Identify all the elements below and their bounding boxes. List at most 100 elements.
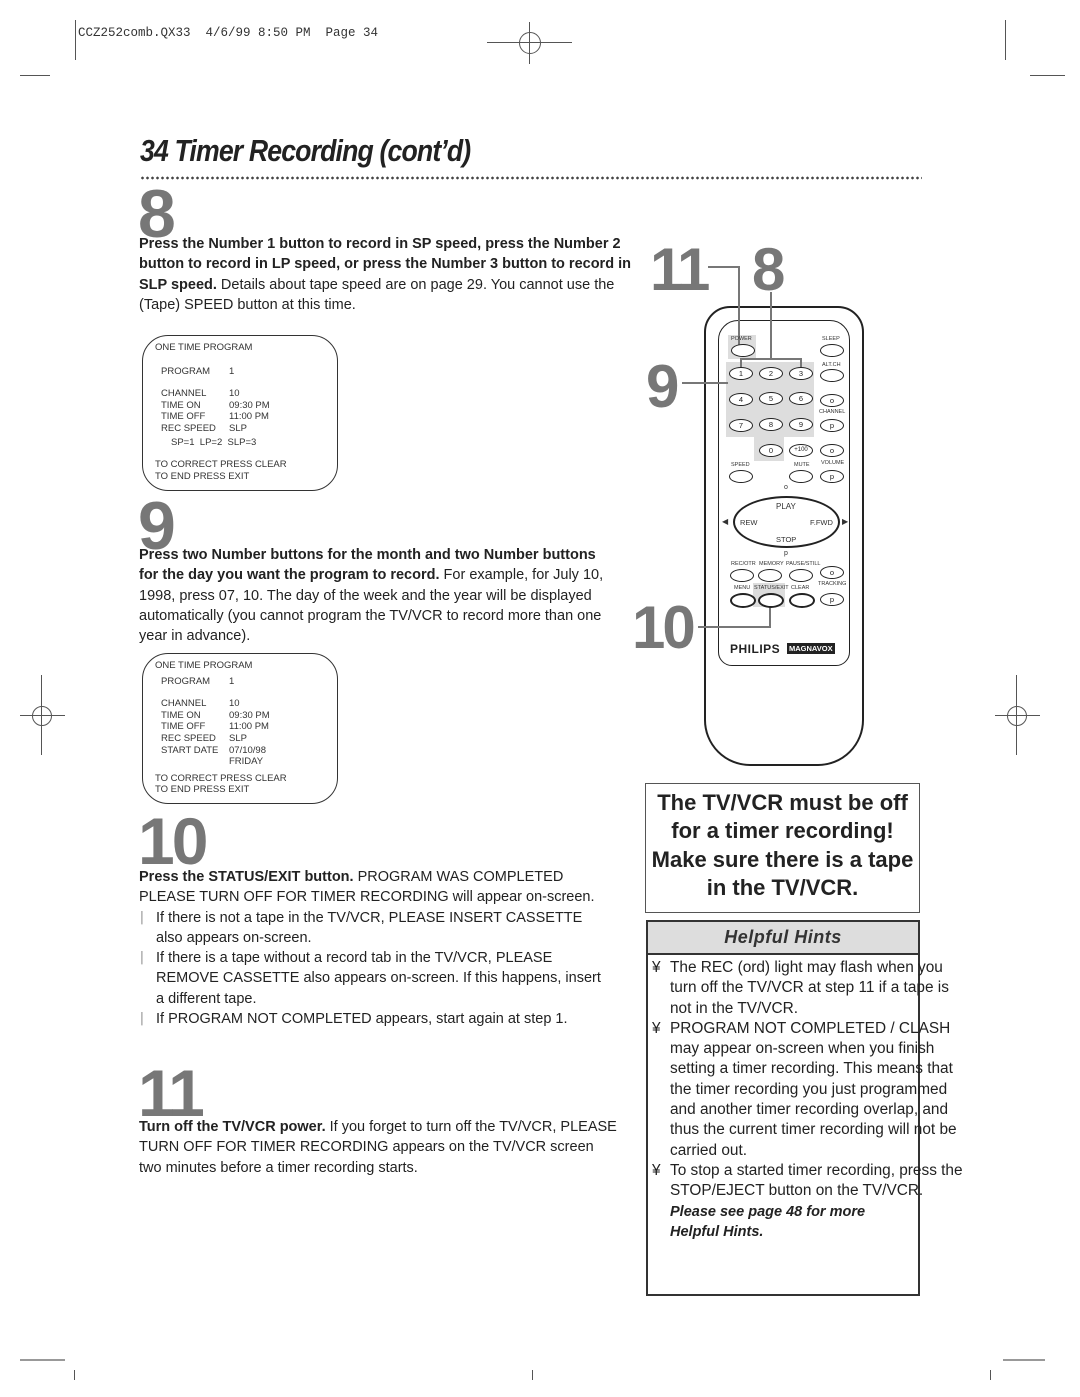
brand-magnavox: MAGNAVOX — [787, 643, 835, 654]
channel-label: CHANNEL — [819, 409, 846, 415]
status-exit-button[interactable] — [758, 593, 784, 608]
mute-button[interactable] — [789, 470, 813, 483]
key-8-button[interactable]: 8 — [759, 418, 783, 431]
registration-circle — [1007, 706, 1027, 726]
osd-header: ONE TIME PROGRAM — [155, 660, 253, 671]
crop-mark — [990, 1370, 991, 1380]
rec-otr-label: REC/OTR — [731, 561, 756, 567]
key-9-button[interactable]: 9 — [789, 418, 813, 431]
osd-screen-step-8: ONE TIME PROGRAM PROGRAM 1 CHANNEL 10 TIME… — [142, 335, 338, 491]
key-plus100-button[interactable]: +100 — [789, 444, 813, 457]
key-2-button[interactable]: 2 — [759, 367, 783, 380]
key-5-button[interactable]: 5 — [759, 392, 783, 405]
osd-screen-step-9: ONE TIME PROGRAM PROGRAM 1 CHANNEL 10 TIME… — [142, 653, 338, 804]
ffwd-button[interactable]: F.FWD — [810, 518, 833, 527]
dotted-divider — [140, 176, 922, 180]
volume-label: VOLUME — [821, 460, 845, 466]
osd-row: TIME OFF 11:00 PM — [161, 721, 269, 733]
bullet-icon: ¥ — [652, 1161, 661, 1179]
speed-button[interactable] — [729, 470, 753, 483]
step-11-instruction: Turn off the TV/VCR power. — [139, 1119, 326, 1135]
osd-row: START DATE 07/10/98 — [161, 744, 266, 756]
osd-row: CHANNEL 10 — [161, 388, 240, 400]
helpful-hints-title: Helpful Hints — [648, 922, 918, 955]
channel-up-button[interactable]: o — [820, 394, 844, 407]
play-button[interactable]: PLAY — [776, 502, 796, 511]
step-10-instruction: Press the STATUS/EXIT button. — [139, 869, 354, 885]
volume-down-button[interactable]: p — [820, 470, 844, 483]
hints-footer: Please see page 48 for more Helpful Hint… — [670, 1203, 866, 1240]
osd-row: TIME OFF 11:00 PM — [161, 411, 269, 423]
callout-10: 10 — [632, 594, 696, 661]
step-9-text: Press two Number buttons for the month a… — [139, 545, 619, 646]
up-arrow-label: o — [784, 484, 788, 491]
leader-line — [708, 266, 739, 268]
osd-footer: TO CORRECT PRESS CLEAR — [155, 772, 287, 784]
leader-line — [770, 292, 772, 359]
crop-mark — [532, 1370, 533, 1380]
power-label: POWER — [731, 336, 752, 342]
key-3-button[interactable]: 3 — [789, 367, 813, 380]
rec-otr-button[interactable] — [730, 569, 754, 582]
down-arrow-label: p — [784, 550, 788, 557]
status-exit-label: STATUS/EXIT — [754, 585, 789, 591]
clear-button[interactable] — [789, 593, 815, 608]
osd-speed-hint: SP=1 LP=2 SLP=3 — [171, 436, 257, 448]
key-4-button[interactable]: 4 — [729, 393, 753, 406]
sleep-label: SLEEP — [822, 336, 840, 342]
channel-down-button[interactable]: p — [820, 419, 844, 432]
crop-mark — [1005, 20, 1006, 60]
tracking-up-button[interactable]: o — [820, 566, 844, 579]
step-number-10: 10 — [138, 804, 208, 878]
key-7-button[interactable]: 7 — [729, 419, 753, 432]
alt-ch-button[interactable] — [820, 369, 844, 382]
osd-header: ONE TIME PROGRAM — [155, 342, 253, 353]
osd-row: PROGRAM 1 — [161, 675, 235, 687]
tracking-down-button[interactable]: p — [820, 593, 844, 606]
brand-philips: PHILIPS — [730, 642, 781, 656]
tracking-label: TRACKING — [818, 581, 847, 587]
page-title: 34 Timer Recording (cont’d) — [140, 133, 471, 168]
menu-button[interactable] — [730, 593, 756, 608]
menu-label: MENU — [734, 585, 751, 591]
left-arrow-icon: ◀ — [722, 517, 729, 526]
sleep-button[interactable] — [820, 344, 844, 357]
osd-row: CHANNEL 10 — [161, 698, 240, 710]
bullet-icon: ¥ — [652, 959, 661, 976]
leader-line — [740, 358, 802, 360]
osd-footer: TO END PRESS EXIT — [155, 784, 250, 796]
osd-row: REC SPEED SLP — [161, 732, 247, 744]
power-button[interactable] — [731, 344, 755, 357]
step-10-text: Press the STATUS/EXIT button. PROGRAM WA… — [139, 867, 609, 1030]
osd-row: PROGRAM 1 — [161, 365, 235, 377]
memory-label: MEMORY — [759, 561, 784, 567]
warning-box: The TV/VCR must be off for a timer recor… — [645, 783, 920, 913]
leader-line — [682, 382, 728, 384]
osd-footer: TO CORRECT PRESS CLEAR — [155, 459, 287, 471]
volume-up-button[interactable]: o — [820, 444, 844, 457]
hint-item: ¥ The REC (ord) light may flash when you … — [652, 959, 949, 1017]
memory-button[interactable] — [758, 569, 782, 582]
stop-button[interactable]: STOP — [776, 535, 796, 544]
crop-mark — [74, 1370, 75, 1380]
step-10-bullet: If there is not a tape in the TV/VCR, PL… — [139, 908, 609, 949]
pause-still-button[interactable] — [789, 569, 813, 582]
step-11-text: Turn off the TV/VCR power. If you forget… — [139, 1117, 619, 1178]
rew-button[interactable]: REW — [740, 518, 758, 527]
key-1-button[interactable]: 1 — [729, 367, 753, 380]
helpful-hints-list: ¥ The REC (ord) light may flash when you … — [648, 958, 970, 1242]
osd-footer: TO END PRESS EXIT — [155, 470, 250, 482]
right-arrow-icon: ▶ — [842, 517, 849, 526]
registration-circle — [32, 706, 52, 726]
step-8-text: Press the Number 1 button to record in S… — [139, 234, 639, 315]
crop-mark — [1003, 1359, 1045, 1361]
key-0-button[interactable]: 0 — [759, 444, 783, 457]
crop-mark — [20, 75, 50, 76]
registration-circle — [519, 32, 541, 54]
callout-8: 8 — [752, 236, 785, 303]
speed-label: SPEED — [731, 462, 750, 468]
osd-row: TIME ON 09:30 PM — [161, 399, 270, 411]
step-10-bullet: If PROGRAM NOT COMPLETED appears, start … — [139, 1009, 636, 1030]
hint-item: ¥ To stop a started timer recording, pres… — [652, 1161, 963, 1200]
key-6-button[interactable]: 6 — [789, 392, 813, 405]
